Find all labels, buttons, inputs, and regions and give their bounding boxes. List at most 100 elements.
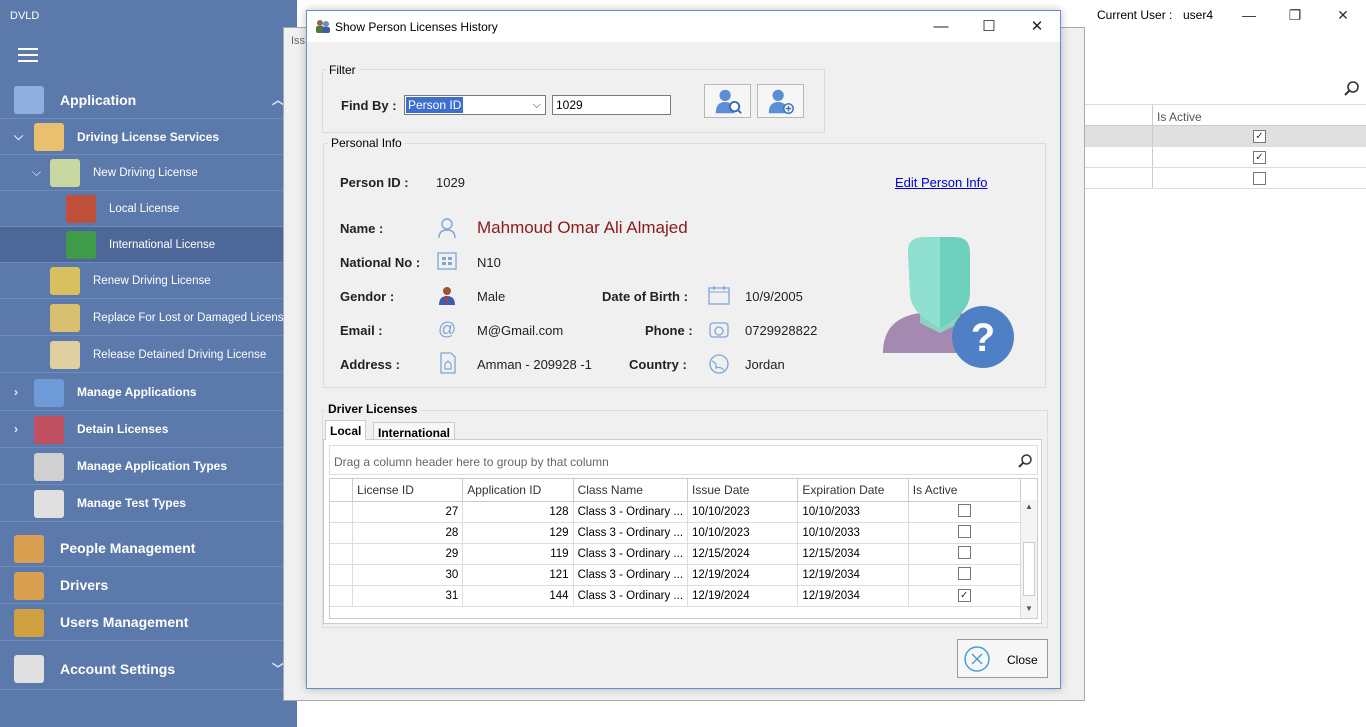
- table-row[interactable]: [1085, 168, 1366, 189]
- sidebar-item-manage-application-types[interactable]: Manage Application Types: [0, 448, 287, 485]
- cell-license-id: 27: [352, 501, 464, 523]
- add-person-button[interactable]: [757, 84, 804, 118]
- grid-vertical-scrollbar[interactable]: ▲ ▼: [1020, 500, 1037, 618]
- column-header-expiration-date[interactable]: Expiration Date: [797, 479, 909, 502]
- sidebar-item-manage-test-types[interactable]: Manage Test Types: [0, 485, 287, 522]
- table-row[interactable]: 27 128 Class 3 - Ordinary ... 10/10/2023 10/…: [330, 501, 1037, 523]
- manage-application-types-icon: [34, 452, 64, 481]
- current-user-label: Current User :: [1097, 8, 1173, 22]
- dialog-close-button[interactable]: ✕: [1015, 15, 1059, 39]
- sidebar-item-renew-driving-license[interactable]: Renew Driving License: [0, 263, 287, 299]
- close-circle-icon: [964, 646, 990, 672]
- sidebar-item-detain-licenses[interactable]: › Detain Licenses: [0, 411, 287, 448]
- search-icon[interactable]: [1343, 80, 1361, 98]
- chevron-down-icon[interactable]: ⌵: [32, 165, 41, 180]
- licenses-grid: License ID Application ID Class Name Iss…: [329, 478, 1038, 619]
- column-header-is-active[interactable]: Is Active: [908, 479, 1021, 502]
- cell-application-id: 121: [462, 564, 574, 586]
- scrollbar-thumb[interactable]: [1023, 542, 1035, 596]
- globe-icon: [709, 354, 729, 374]
- table-row[interactable]: 30 121 Class 3 - Ordinary ... 12/19/2024 12/…: [330, 564, 1037, 586]
- group-by-panel: Drag a column header here to group by th…: [329, 445, 1038, 475]
- address-icon: [440, 352, 456, 374]
- local-license-icon: [66, 195, 96, 223]
- edit-person-info-link[interactable]: Edit Person Info: [895, 175, 988, 190]
- cell-is-active: [908, 564, 1021, 586]
- sidebar-item-application[interactable]: ︿ Application: [0, 81, 287, 119]
- cell-is-active: [908, 522, 1021, 544]
- tab-local[interactable]: Local: [325, 420, 367, 440]
- column-header-application-id[interactable]: Application ID: [462, 479, 574, 502]
- column-header-license-id[interactable]: License ID: [352, 479, 464, 502]
- gender-value: Male: [477, 289, 506, 304]
- sidebar-item-replace-for-lost-or-damaged-license[interactable]: Replace For Lost or Damaged License: [0, 300, 290, 336]
- sidebar-item-label: Drivers: [60, 577, 109, 593]
- address-label: Address :: [340, 357, 400, 372]
- users-management-icon: [14, 608, 44, 637]
- table-row[interactable]: ✓: [1085, 147, 1366, 168]
- dialog-maximize-button[interactable]: ☐: [967, 15, 1011, 39]
- table-row[interactable]: ✓: [1085, 126, 1366, 147]
- sidebar-item-label: Account Settings: [60, 660, 176, 677]
- main-close-button[interactable]: ✕: [1328, 4, 1358, 26]
- table-row[interactable]: 31 144 Class 3 - Ordinary ... 12/19/2024 12/…: [330, 585, 1037, 607]
- national-no-label: National No :: [340, 255, 421, 270]
- cell-license-id: 31: [352, 585, 464, 607]
- sidebar-item-release-detained-driving-license[interactable]: Release Detained Driving License: [0, 337, 287, 373]
- account-settings-icon: [14, 655, 44, 683]
- table-row[interactable]: 29 119 Class 3 - Ordinary ... 12/15/2024 12/…: [330, 543, 1037, 565]
- dialog-minimize-button[interactable]: —: [919, 15, 963, 39]
- cell-class-name: Class 3 - Ordinary ...: [573, 501, 689, 523]
- name-label: Name :: [340, 221, 384, 236]
- sidebar-item-international-license[interactable]: International License: [0, 227, 287, 263]
- cell-issue-date: 12/19/2024: [687, 564, 799, 586]
- is-active-checkbox: ✓: [957, 589, 971, 602]
- country-label: Country :: [629, 357, 687, 372]
- column-header-class-name[interactable]: Class Name: [573, 479, 689, 502]
- sidebar-item-manage-applications[interactable]: › Manage Applications: [0, 374, 287, 411]
- hamburger-menu-icon[interactable]: [18, 48, 38, 62]
- main-minimize-button[interactable]: —: [1234, 4, 1264, 26]
- column-header-issue-date[interactable]: Issue Date: [687, 479, 799, 502]
- scroll-up-icon[interactable]: ▲: [1025, 502, 1033, 511]
- date-of-birth-label: Date of Birth :: [602, 289, 688, 304]
- sidebar-item-local-license[interactable]: Local License: [0, 191, 287, 227]
- sidebar-item-label: Release Detained Driving License: [93, 348, 267, 361]
- main-restore-button[interactable]: ❐: [1280, 4, 1310, 26]
- cell-issue-date: 12/15/2024: [687, 543, 799, 565]
- chevron-right-icon[interactable]: ›: [14, 385, 18, 399]
- cell-license-id: 28: [352, 522, 464, 544]
- chevron-down-icon[interactable]: ⌵: [14, 129, 23, 144]
- is-active-checkbox: ✓: [1253, 130, 1266, 143]
- sidebar-item-driving-license-services[interactable]: ⌵ Driving License Services: [0, 119, 287, 155]
- sidebar-item-new-driving-license[interactable]: ⌵ New Driving License: [0, 155, 287, 191]
- find-person-button[interactable]: [704, 84, 751, 118]
- chevron-right-icon[interactable]: ›: [14, 422, 18, 436]
- row-indicator: [330, 585, 354, 607]
- scroll-down-icon[interactable]: ▼: [1025, 604, 1033, 613]
- sidebar-item-people-management[interactable]: People Management: [0, 530, 287, 567]
- find-by-label: Find By :: [341, 98, 397, 113]
- tab-international[interactable]: International: [373, 422, 456, 440]
- is-active-checkbox: [957, 524, 971, 538]
- detain-licenses-icon: [34, 415, 64, 444]
- person-photo-placeholder[interactable]: ?: [880, 233, 1020, 373]
- person-id-value: 1029: [436, 175, 465, 190]
- close-button[interactable]: Close: [957, 639, 1048, 678]
- table-row[interactable]: 28 129 Class 3 - Ordinary ... 10/10/2023 10/…: [330, 522, 1037, 544]
- sidebar-item-drivers[interactable]: Drivers: [0, 567, 287, 604]
- row-indicator: [330, 522, 354, 544]
- person-name-value: Mahmoud Omar Ali Almajed: [477, 218, 688, 237]
- sidebar-item-users-management[interactable]: Users Management: [0, 604, 287, 641]
- find-by-select[interactable]: Person ID ⌵: [404, 95, 546, 115]
- search-icon[interactable]: [1017, 453, 1033, 469]
- email-label: Email :: [340, 323, 383, 338]
- search-value-input[interactable]: 1029: [552, 95, 671, 115]
- is-active-checkbox: [1253, 172, 1266, 185]
- row-indicator-header: [330, 479, 354, 502]
- cell-issue-date: 10/10/2023: [687, 522, 799, 544]
- sidebar-item-label: Users Management: [60, 614, 189, 630]
- sidebar-item-account-settings[interactable]: ﹀ Account Settings: [0, 648, 287, 690]
- background-dialog-title: Iss: [291, 35, 306, 47]
- phone-icon: [709, 322, 729, 338]
